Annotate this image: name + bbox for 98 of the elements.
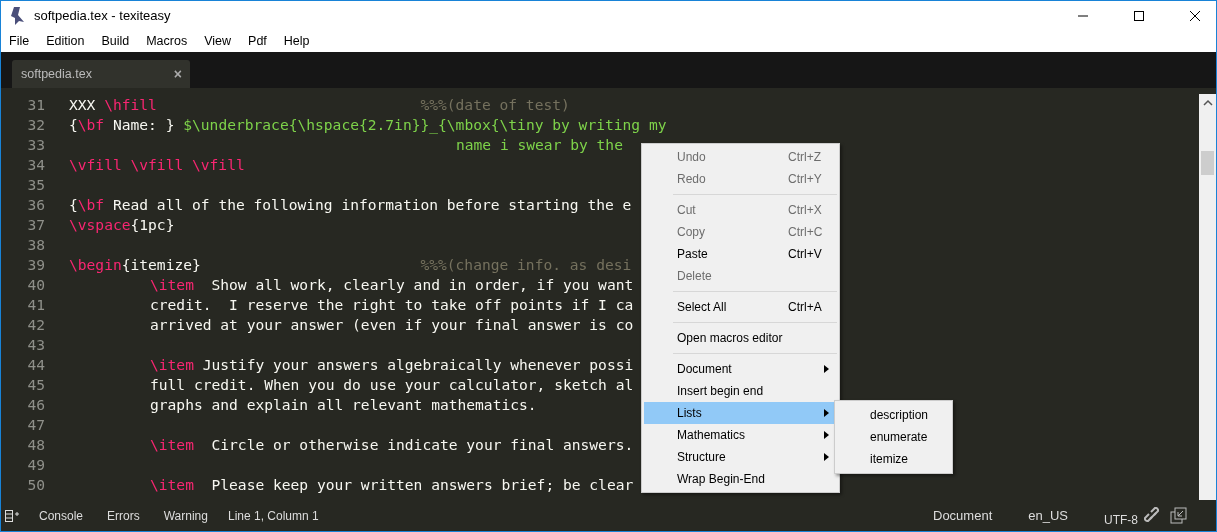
language-label[interactable]: en_US bbox=[1028, 508, 1068, 523]
context-menu-item[interactable]: Wrap Begin-End bbox=[644, 468, 837, 490]
menu-item-label: Open macros editor bbox=[677, 331, 783, 345]
submenu-arrow-icon bbox=[824, 365, 829, 373]
code-line: \item Show all work, clearly and in order, if you want bbox=[150, 275, 634, 293]
menu-item-label: Lists bbox=[677, 406, 702, 420]
menu-item[interactable]: File bbox=[9, 34, 30, 48]
code-line: \item Please keep your written answers brief; be clear bbox=[150, 475, 634, 493]
shortcut-label: Ctrl+Y bbox=[788, 172, 822, 186]
line-number: 46 bbox=[26, 395, 45, 413]
panel-tab[interactable]: Errors bbox=[107, 508, 140, 523]
submenu-item[interactable]: itemize bbox=[837, 448, 950, 470]
link-icon[interactable] bbox=[1144, 506, 1162, 525]
line-number: 41 bbox=[26, 295, 45, 313]
shortcut-label: Ctrl+C bbox=[788, 225, 823, 239]
add-panel-icon[interactable] bbox=[5, 509, 19, 522]
menu-item[interactable]: View bbox=[204, 34, 232, 48]
context-menu-item[interactable]: Mathematics bbox=[644, 424, 837, 446]
menu-item-label: Document bbox=[677, 362, 732, 376]
window-title: softpedia.tex - texiteasy bbox=[34, 8, 171, 23]
line-number: 45 bbox=[26, 375, 45, 393]
vertical-scrollbar[interactable] bbox=[1199, 94, 1216, 500]
menu-item-label: Cut bbox=[677, 203, 696, 217]
submenu-arrow-icon bbox=[824, 453, 829, 461]
context-menu-item[interactable]: Open macros editor bbox=[644, 327, 837, 349]
menu-item-label: Delete bbox=[677, 269, 712, 283]
maximize-icon[interactable] bbox=[1133, 9, 1145, 22]
restore-window-icon[interactable] bbox=[1170, 506, 1188, 525]
code-line: XXX \hfill %%%(date of test) bbox=[69, 95, 570, 113]
scrollbar-thumb[interactable] bbox=[1201, 151, 1214, 175]
context-menu-item[interactable]: Insert begin end bbox=[644, 380, 837, 402]
menu-item[interactable]: Macros bbox=[146, 34, 188, 48]
code-line: {\bf Read all of the following information before starting the e bbox=[69, 195, 632, 213]
shortcut-label: Ctrl+A bbox=[788, 300, 822, 314]
line-number: 39 bbox=[26, 255, 45, 273]
menu-item-label: Structure bbox=[677, 450, 726, 464]
submenu-item[interactable]: enumerate bbox=[837, 426, 950, 448]
line-number: 35 bbox=[26, 175, 45, 193]
code-line: \vspace{1pc} bbox=[69, 215, 175, 233]
line-number: 38 bbox=[26, 235, 45, 253]
code-line: \item Circle or otherwise indicate your final answers. bbox=[150, 435, 634, 453]
menu-item[interactable]: Edition bbox=[46, 34, 85, 48]
code-line: \item Justify your answers algebraically whenever possi bbox=[150, 355, 634, 373]
line-number: 42 bbox=[26, 315, 45, 333]
menu-item-label: Undo bbox=[677, 150, 706, 164]
cursor-position: Line 1, Column 1 bbox=[227, 508, 319, 523]
line-number: 34 bbox=[26, 155, 45, 173]
code-line: graphs and explain all relevant mathematics. bbox=[150, 395, 537, 413]
document-label[interactable]: Document bbox=[933, 508, 993, 523]
scroll-up-icon[interactable] bbox=[1202, 99, 1213, 107]
shortcut-label: Ctrl+X bbox=[788, 203, 822, 217]
menu-item-label: Wrap Begin-End bbox=[677, 472, 765, 486]
menu-item-label: Redo bbox=[677, 172, 706, 186]
tab-label: softpedia.tex bbox=[21, 67, 92, 81]
code-line: arrived at your answer (even if your final answer is co bbox=[150, 315, 634, 333]
shortcut-label: Ctrl+Z bbox=[788, 150, 821, 164]
line-number: 33 bbox=[26, 135, 45, 153]
line-number: 36 bbox=[26, 195, 45, 213]
line-number: 47 bbox=[26, 415, 45, 433]
submenu-item[interactable]: description bbox=[837, 404, 950, 426]
line-number: 32 bbox=[26, 115, 45, 133]
encoding-label[interactable]: UTF-8 bbox=[1104, 504, 1138, 527]
code-line: {\bf Name: } $\underbrace{\hspace{2.7in}}_{\mbox{\tiny by writing my bbox=[69, 115, 667, 133]
submenu-arrow-icon bbox=[824, 409, 829, 417]
line-number: 44 bbox=[26, 355, 45, 373]
panel-tab[interactable]: Warning bbox=[163, 508, 208, 523]
code-line: credit. I reserve the right to take off points if I ca bbox=[150, 295, 634, 313]
code-line: \begin{itemize} %%%(change info. as desi bbox=[69, 255, 632, 273]
line-number: 31 bbox=[26, 95, 45, 113]
submenu-arrow-icon bbox=[824, 431, 829, 439]
line-number: 40 bbox=[26, 275, 45, 293]
close-icon[interactable] bbox=[1189, 9, 1201, 22]
context-menu-item[interactable]: Document bbox=[644, 358, 837, 380]
menu-item-label: Insert begin end bbox=[677, 384, 764, 398]
context-menu-item[interactable]: Structure bbox=[644, 446, 837, 468]
code-line: \vfill \vfill \vfill bbox=[69, 155, 245, 173]
context-menu-item[interactable]: Select All Ctrl+A bbox=[644, 296, 837, 318]
code-line: name i swear by the bbox=[456, 135, 623, 153]
line-number: 49 bbox=[26, 455, 45, 473]
menu-item[interactable]: Help bbox=[283, 34, 310, 48]
line-number: 48 bbox=[26, 435, 45, 453]
close-tab-button[interactable]: × bbox=[173, 66, 182, 82]
context-menu-item[interactable]: Paste Ctrl+V bbox=[644, 243, 837, 265]
menu-item-label: Mathematics bbox=[677, 428, 746, 442]
panel-tab[interactable]: Console bbox=[39, 508, 84, 523]
menu-item[interactable]: Build bbox=[101, 34, 130, 48]
shortcut-label: Ctrl+V bbox=[788, 247, 822, 261]
menu-item-label: Paste bbox=[677, 247, 708, 261]
line-number: 50 bbox=[26, 475, 45, 493]
menu-item[interactable]: Pdf bbox=[248, 34, 267, 48]
line-number: 43 bbox=[26, 335, 45, 353]
code-line: full credit. When you do use your calculator, sketch al bbox=[150, 375, 634, 393]
menu-item-label: Copy bbox=[677, 225, 705, 239]
menu-item-label: Select All bbox=[677, 300, 727, 314]
context-menu-item[interactable]: Lists bbox=[644, 402, 837, 424]
app-logo-icon bbox=[9, 5, 27, 26]
line-number: 37 bbox=[26, 215, 45, 233]
editor-tab[interactable]: softpedia.tex × bbox=[12, 60, 190, 88]
